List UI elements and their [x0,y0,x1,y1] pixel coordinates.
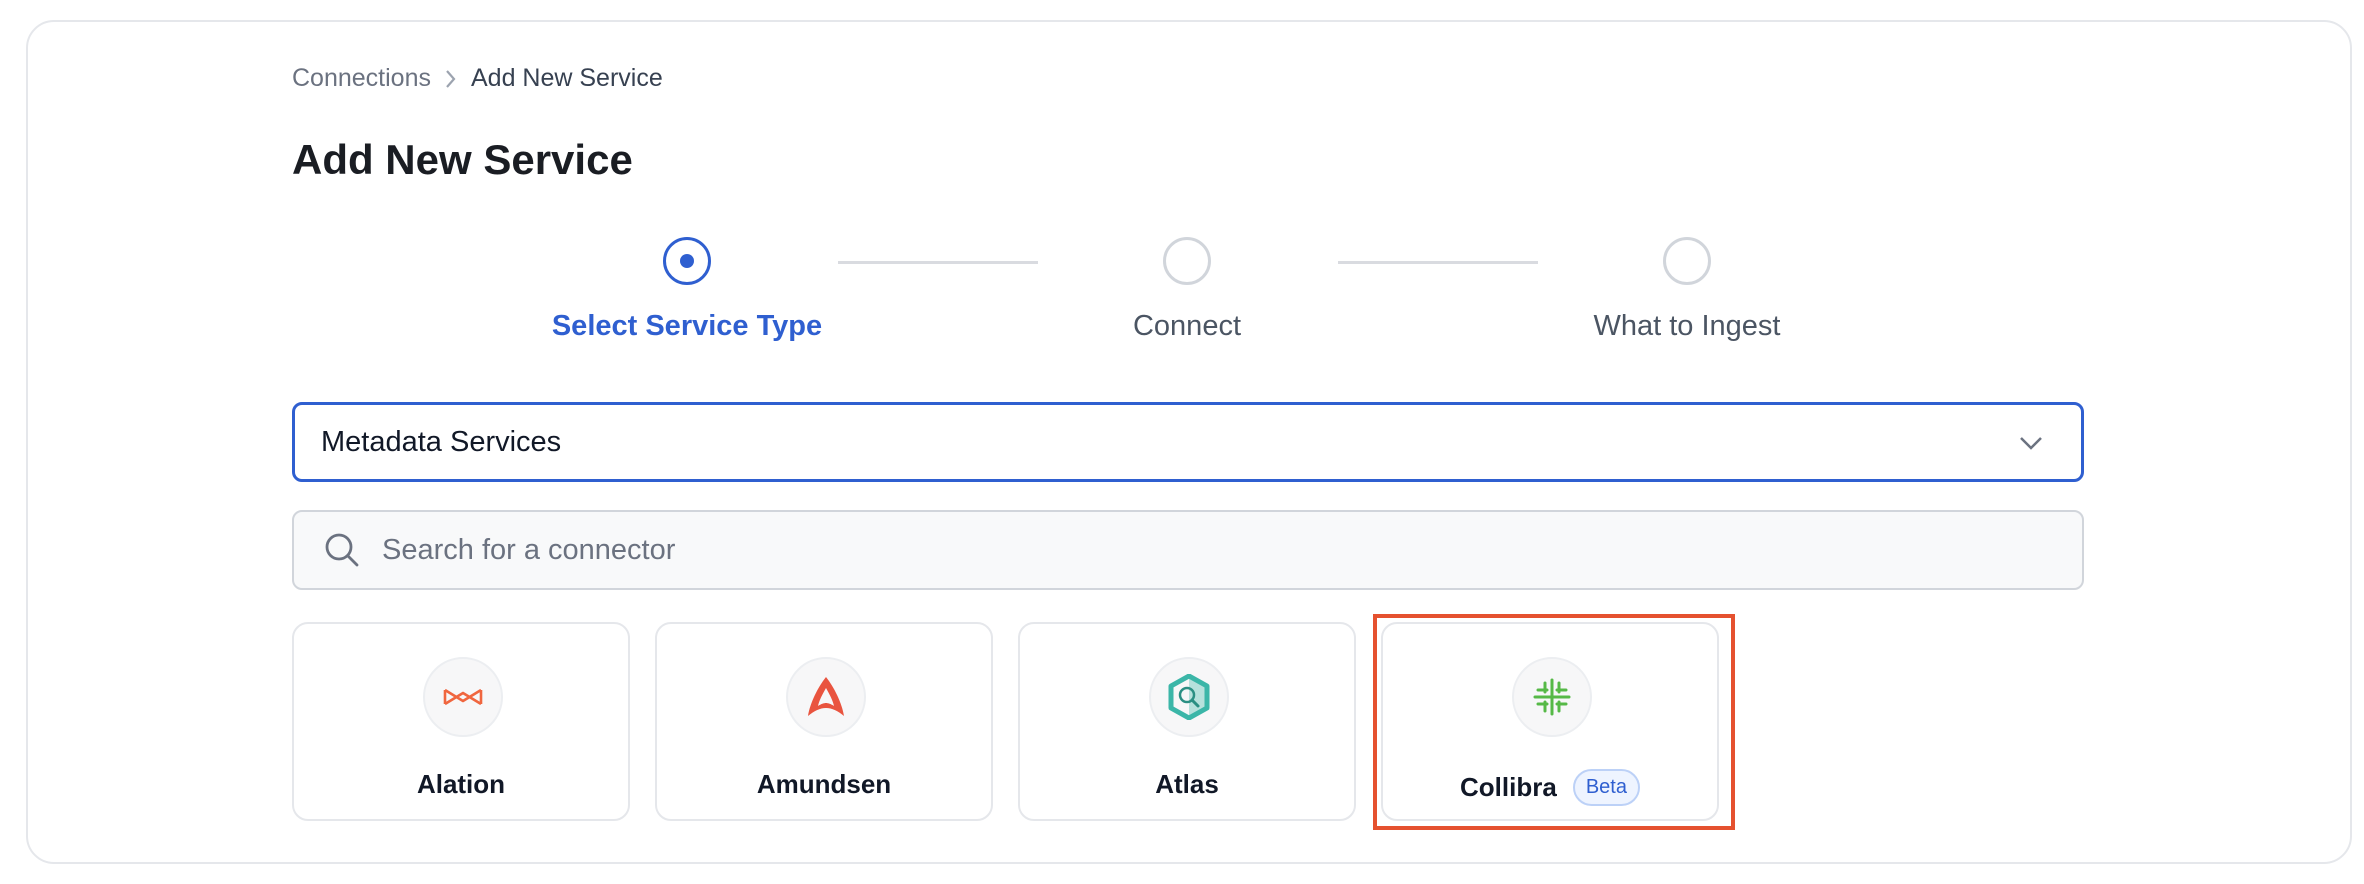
collibra-logo-icon [1512,657,1592,737]
step-3-indicator [1663,237,1711,285]
step-2-indicator [1163,237,1211,285]
connector-name: Atlas [1155,769,1219,799]
connector-tile-alation[interactable]: Alation [292,622,630,821]
connector-tile-atlas[interactable]: Atlas [1018,622,1356,821]
beta-badge: Beta [1572,769,1640,806]
step-connector-line [838,261,1038,264]
step-1-indicator [663,237,711,285]
service-type-select[interactable]: Metadata Services [292,402,2084,482]
connector-tile-amundsen[interactable]: Amundsen [655,622,993,821]
chevron-down-icon [2017,429,2045,465]
stepper: Select Service Type Connect What to Inge… [0,0,2364,360]
atlas-logo-icon [1149,657,1229,737]
search-icon [325,533,359,567]
connector-tile-collibra[interactable]: Collibra Beta [1381,622,1719,821]
step-2-label: Connect [1132,310,1241,342]
connector-name: Alation [416,769,506,799]
connector-name: Collibra [1460,772,1557,802]
connector-search [292,510,2084,590]
amundsen-logo-icon [786,657,866,737]
search-input[interactable] [382,533,1982,567]
step-connector-line [1338,261,1538,264]
alation-logo-icon [423,657,503,737]
step-1-label: Select Service Type [551,310,823,342]
connector-name: Amundsen [756,769,892,799]
service-type-value: Metadata Services [321,425,562,458]
step-3-label: What to Ingest [1593,310,1781,342]
